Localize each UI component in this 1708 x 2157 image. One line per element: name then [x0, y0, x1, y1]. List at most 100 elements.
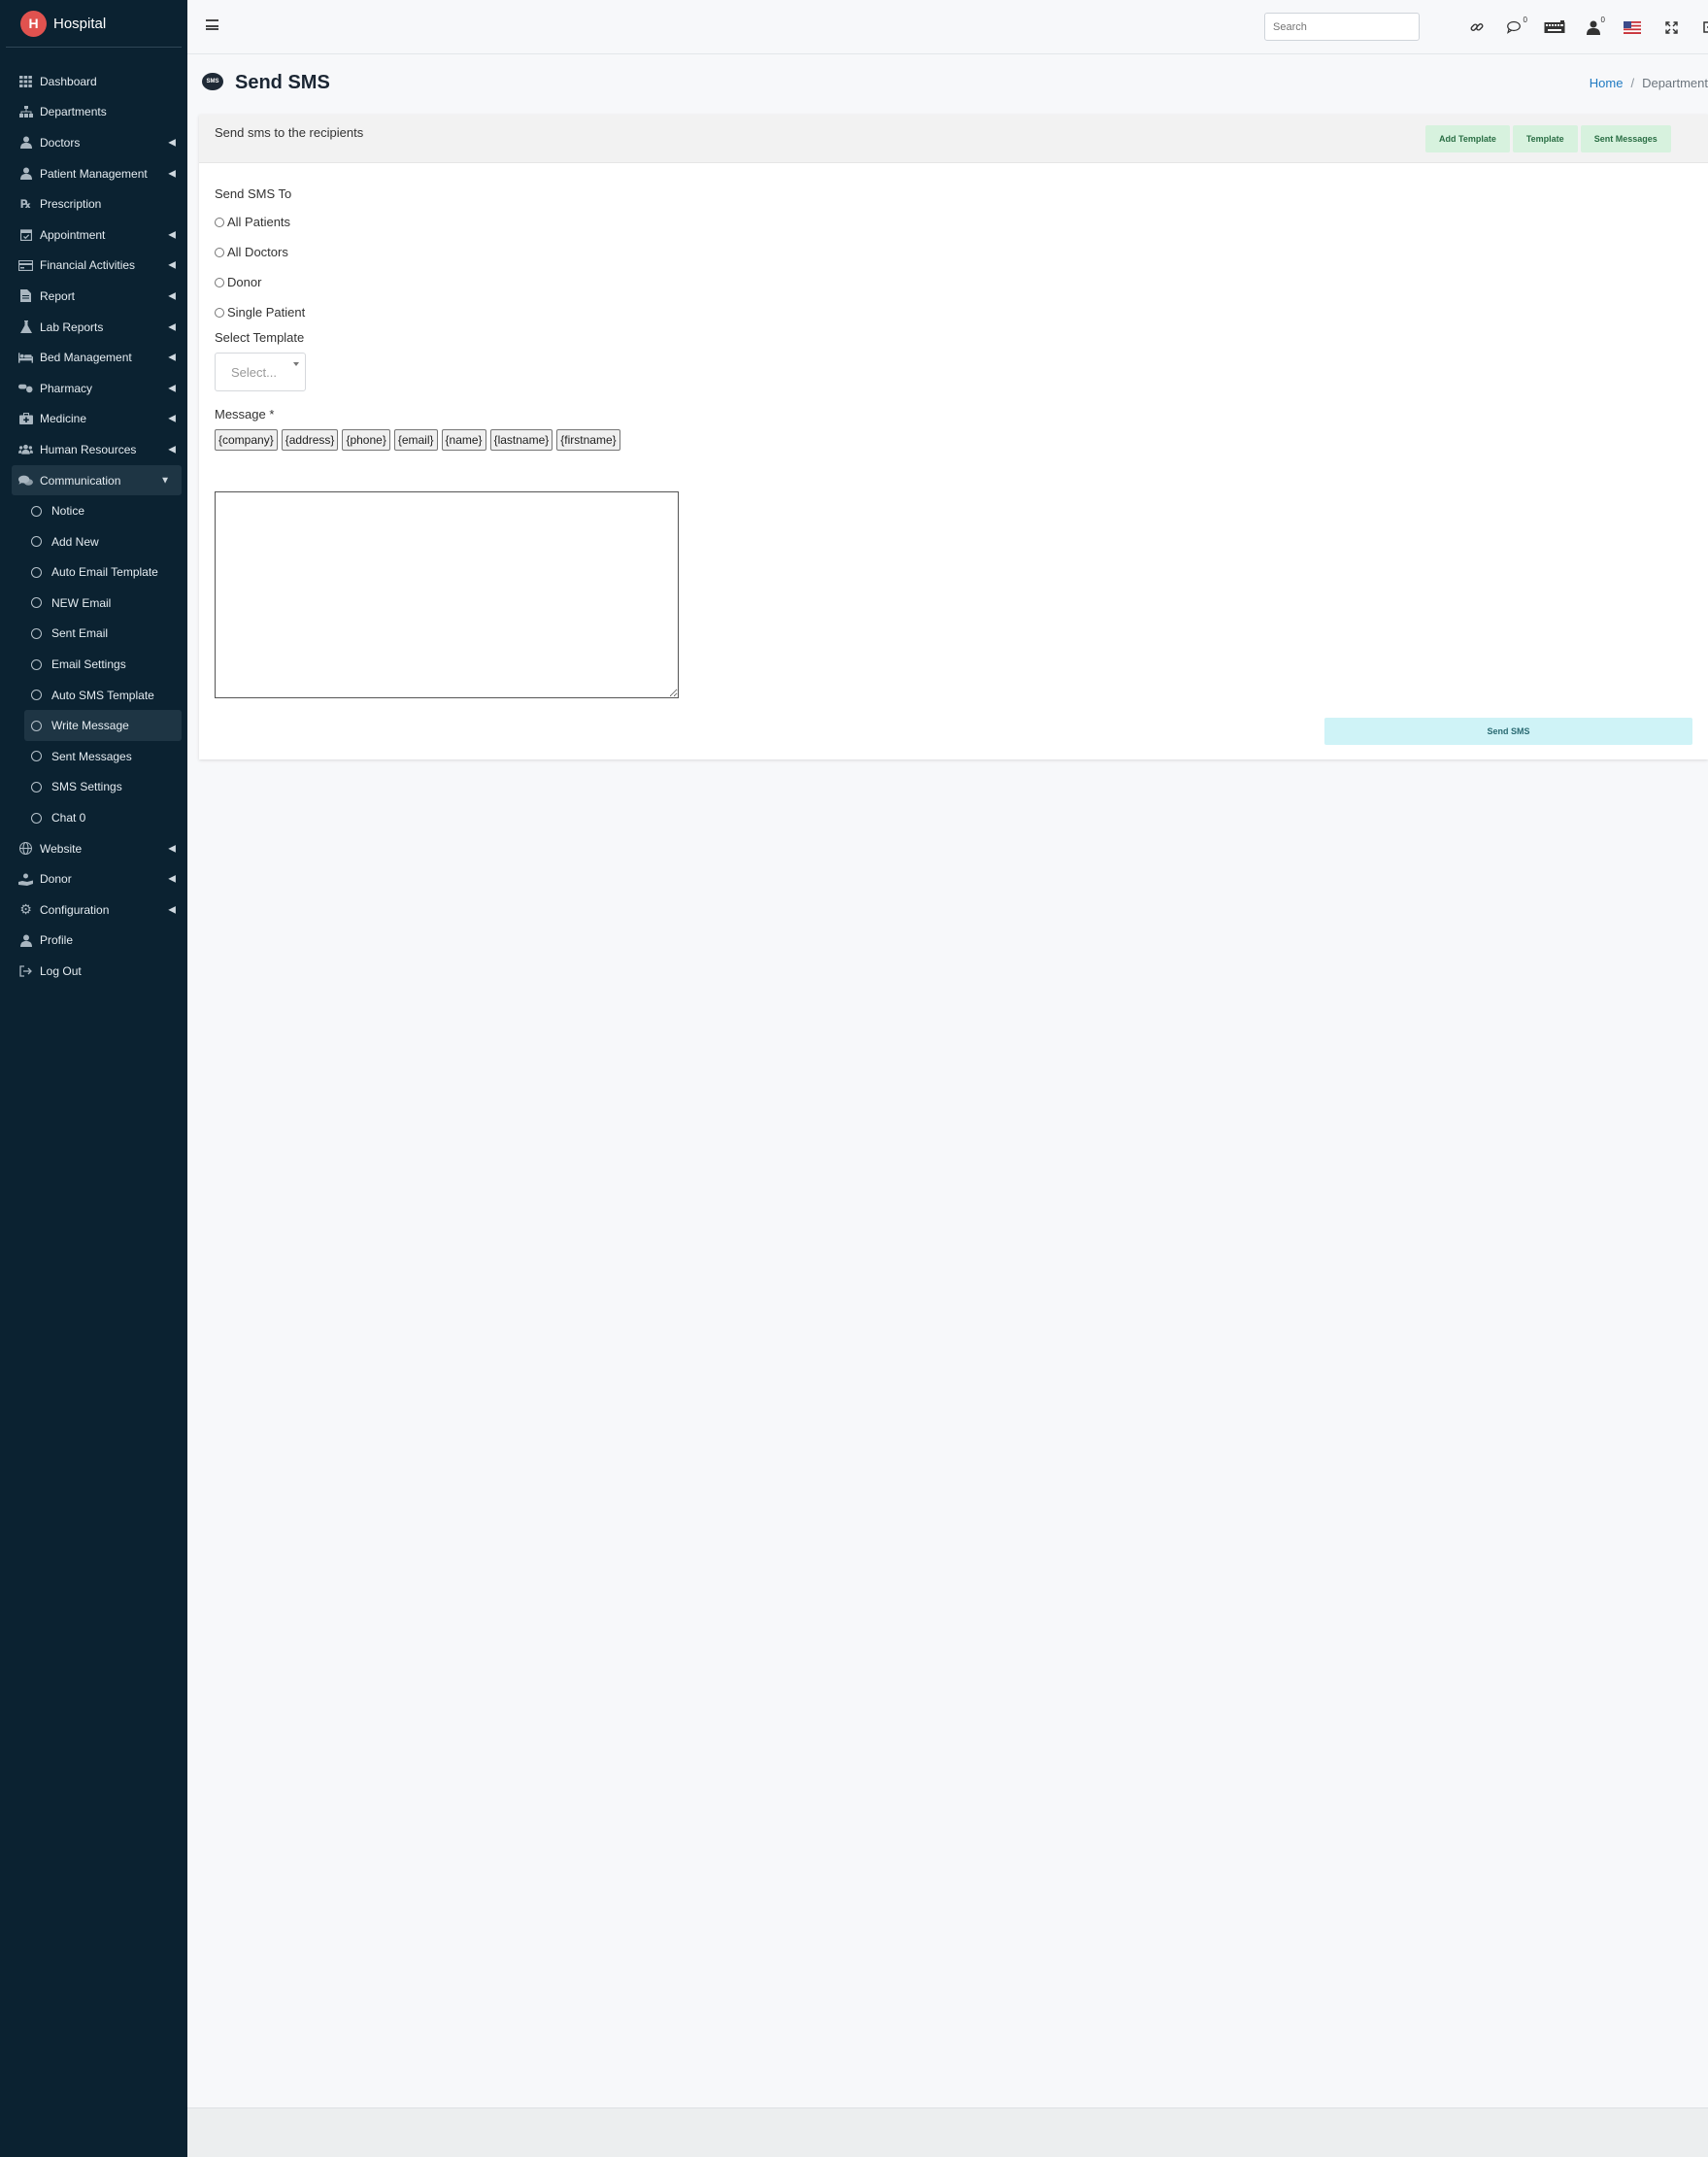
chevron-left-icon: ◀	[168, 290, 176, 302]
radio-label: Donor	[227, 275, 262, 289]
sidebar-item-report[interactable]: Report ◀	[0, 281, 187, 312]
sidebar-item-medicine[interactable]: Medicine ◀	[0, 404, 187, 435]
circle-icon	[31, 536, 42, 548]
card-header-buttons: Add Template Template Sent Messages	[1425, 125, 1671, 152]
comments-icon	[18, 473, 33, 488]
money-icon	[18, 258, 33, 273]
user-md-icon	[18, 135, 33, 150]
radio-single-patient[interactable]: Single Patient	[215, 297, 1692, 327]
chevron-left-icon: ◀	[168, 229, 176, 241]
tag-firstname-button[interactable]: {firstname}	[556, 429, 620, 451]
chevron-left-icon: ◀	[168, 444, 176, 455]
sidebar-item-dashboard[interactable]: Dashboard	[0, 66, 187, 97]
select-placeholder: Select...	[231, 364, 277, 380]
sidebar-item-pharmacy[interactable]: Pharmacy ◀	[0, 373, 187, 404]
breadcrumb-separator: /	[1630, 76, 1635, 90]
user-icon[interactable]: 0	[1574, 16, 1613, 39]
sign-out-icon[interactable]	[1691, 16, 1708, 39]
sidebar-item-bed-management[interactable]: Bed Management ◀	[0, 342, 187, 373]
radio-button[interactable]	[215, 307, 224, 318]
submenu-item-sent-email[interactable]: Sent Email	[0, 619, 187, 650]
sidebar-item-human-resources[interactable]: Human Resources ◀	[0, 434, 187, 465]
submenu-item-label: Chat 0	[51, 811, 86, 826]
tag-company-button[interactable]: {company}	[215, 429, 278, 451]
sidebar-item-label: Profile	[40, 933, 74, 948]
card-body: Send SMS To All Patients All Doctors Don…	[199, 163, 1708, 759]
submenu-item-auto-sms-template[interactable]: Auto SMS Template	[0, 680, 187, 711]
sidebar-item-label: Log Out	[40, 964, 82, 979]
tag-name-button[interactable]: {name}	[441, 429, 486, 451]
send-sms-card: Send sms to the recipients Add Template …	[199, 115, 1708, 759]
sidebar-item-financial-activities[interactable]: Financial Activities ◀	[0, 251, 187, 282]
circle-icon	[31, 566, 42, 578]
sidebar-item-prescription[interactable]: ℞ Prescription	[0, 188, 187, 219]
sidebar-item-departments[interactable]: Departments	[0, 97, 187, 128]
submenu-item-sms-settings[interactable]: SMS Settings	[0, 772, 187, 803]
sidebar-item-label: Pharmacy	[40, 381, 93, 395]
submenu-item-write-message[interactable]: Write Message	[24, 710, 182, 742]
radio-donor[interactable]: Donor	[215, 267, 1692, 297]
chevron-left-icon: ◀	[168, 843, 176, 855]
sidebar-item-communication[interactable]: Communication ▼	[12, 464, 182, 496]
submenu-item-new-email[interactable]: NEW Email	[0, 588, 187, 619]
sidebar-item-profile[interactable]: Profile	[0, 926, 187, 957]
submenu-item-label: Write Message	[51, 719, 129, 733]
sidebar-item-website[interactable]: Website ◀	[0, 833, 187, 864]
sidebar-item-donor[interactable]: Donor ◀	[0, 863, 187, 894]
brand-name: Hospital	[53, 15, 107, 32]
radio-all-patients[interactable]: All Patients	[215, 207, 1692, 237]
radio-button[interactable]	[215, 247, 224, 257]
sidebar-item-label: Patient Management	[40, 166, 148, 181]
radio-button[interactable]	[215, 277, 224, 287]
search-input[interactable]	[1264, 13, 1420, 41]
hamburger-menu-icon[interactable]	[206, 19, 218, 30]
expand-icon[interactable]	[1652, 16, 1691, 39]
us-flag-icon[interactable]	[1613, 16, 1652, 39]
submenu-item-sent-messages[interactable]: Sent Messages	[0, 741, 187, 772]
sidebar-item-lab-reports[interactable]: Lab Reports ◀	[0, 312, 187, 343]
user-icon	[18, 933, 33, 948]
radio-button[interactable]	[215, 217, 224, 227]
submenu-item-auto-email-template[interactable]: Auto Email Template	[0, 557, 187, 589]
send-sms-button[interactable]: Send SMS	[1324, 718, 1692, 745]
card-header: Send sms to the recipients Add Template …	[199, 115, 1708, 163]
radio-all-doctors[interactable]: All Doctors	[215, 237, 1692, 267]
submenu-item-label: Auto SMS Template	[51, 688, 154, 702]
submenu-item-label: Add New	[51, 534, 99, 549]
chevron-left-icon: ◀	[168, 259, 176, 271]
submenu-item-email-settings[interactable]: Email Settings	[0, 649, 187, 680]
chevron-left-icon: ◀	[168, 413, 176, 424]
add-template-button[interactable]: Add Template	[1425, 125, 1510, 152]
sidebar-item-patient-management[interactable]: Patient Management ◀	[0, 158, 187, 189]
submenu-item-chat[interactable]: Chat 0	[0, 802, 187, 833]
chevron-left-icon: ◀	[168, 873, 176, 885]
sent-messages-button[interactable]: Sent Messages	[1580, 125, 1671, 152]
submenu-item-add-new[interactable]: Add New	[0, 526, 187, 557]
sidebar-item-label: Human Resources	[40, 442, 137, 456]
tag-email-button[interactable]: {email}	[393, 429, 438, 451]
caret-down-icon	[293, 362, 299, 366]
sidebar-item-configuration[interactable]: ⚙ Configuration ◀	[0, 894, 187, 926]
submenu-item-notice[interactable]: Notice	[0, 495, 187, 526]
template-select[interactable]: Select...	[215, 353, 306, 391]
tag-address-button[interactable]: {address}	[281, 429, 339, 451]
circle-icon	[31, 812, 42, 824]
sidebar-item-label: Dashboard	[40, 74, 97, 88]
brand[interactable]: H Hospital	[6, 0, 182, 48]
sidebar-item-log-out[interactable]: Log Out	[0, 956, 187, 987]
sms-icon: SMS	[202, 73, 223, 90]
tag-lastname-button[interactable]: {lastname}	[489, 429, 553, 451]
communication-submenu: Notice Add New Auto Email Template NEW E…	[0, 495, 187, 833]
sidebar-item-appointment[interactable]: Appointment ◀	[0, 219, 187, 251]
comments-icon[interactable]: 0	[1496, 16, 1535, 39]
tag-phone-button[interactable]: {phone}	[342, 429, 390, 451]
template-button[interactable]: Template	[1512, 125, 1578, 152]
sidebar-item-doctors[interactable]: Doctors ◀	[0, 127, 187, 158]
breadcrumb-home-link[interactable]: Home	[1590, 76, 1624, 90]
sidebar-item-label: Communication	[40, 473, 121, 488]
keyboard-icon[interactable]	[1535, 16, 1574, 39]
circle-icon	[31, 597, 42, 609]
link-icon[interactable]	[1457, 16, 1496, 39]
message-textarea[interactable]	[215, 491, 679, 698]
radio-label: Single Patient	[227, 305, 306, 320]
